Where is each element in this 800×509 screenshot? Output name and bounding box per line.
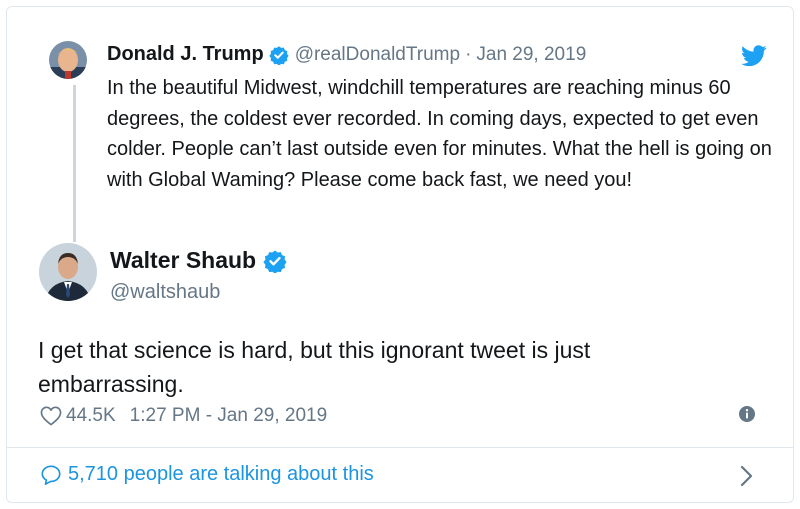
like-count[interactable]: 44.5K — [66, 405, 116, 427]
tweet-meta-row: 44.5K 1:27 PM - Jan 29, 2019 — [40, 405, 327, 427]
footer-divider — [7, 447, 793, 448]
main-author-name[interactable]: Walter Shaub — [110, 247, 256, 274]
main-tweet-header: Walter Shaub — [110, 247, 287, 274]
speech-bubble-icon — [41, 464, 61, 485]
twitter-bird-icon[interactable] — [741, 45, 767, 67]
heart-icon[interactable] — [40, 406, 62, 426]
parent-author-name[interactable]: Donald J. Trump — [107, 43, 264, 66]
tweet-timestamp[interactable]: 1:27 PM - Jan 29, 2019 — [130, 405, 328, 427]
avatar-photo-icon — [39, 243, 97, 301]
chevron-right-icon[interactable] — [740, 465, 754, 487]
main-tweet-text: I get that science is hard, but this ign… — [38, 337, 591, 397]
verified-badge-icon — [269, 45, 289, 65]
main-author-handle[interactable]: @waltshaub — [110, 281, 220, 304]
conversation-count-label[interactable]: 5,710 people are talking about this — [68, 463, 374, 486]
conversation-link[interactable]: 5,710 people are talking about this — [40, 463, 374, 486]
header-separator: · — [465, 43, 472, 65]
parent-tweet-text: In the beautiful Midwest, windchill temp… — [107, 77, 772, 191]
verified-badge-icon — [263, 250, 287, 273]
parent-avatar[interactable] — [49, 41, 87, 79]
avatar-photo-icon — [49, 41, 87, 79]
parent-author-handle[interactable]: @realDonaldTrump — [295, 44, 460, 66]
parent-tweet-header: Donald J. Trump @realDonaldTrump · Jan 2… — [107, 43, 586, 66]
main-avatar[interactable] — [39, 243, 97, 301]
info-icon[interactable] — [738, 405, 756, 423]
embedded-tweet-card: Donald J. Trump @realDonaldTrump · Jan 2… — [6, 6, 794, 503]
thread-connector-line — [73, 85, 76, 242]
parent-tweet-date[interactable]: Jan 29, 2019 — [476, 44, 586, 66]
